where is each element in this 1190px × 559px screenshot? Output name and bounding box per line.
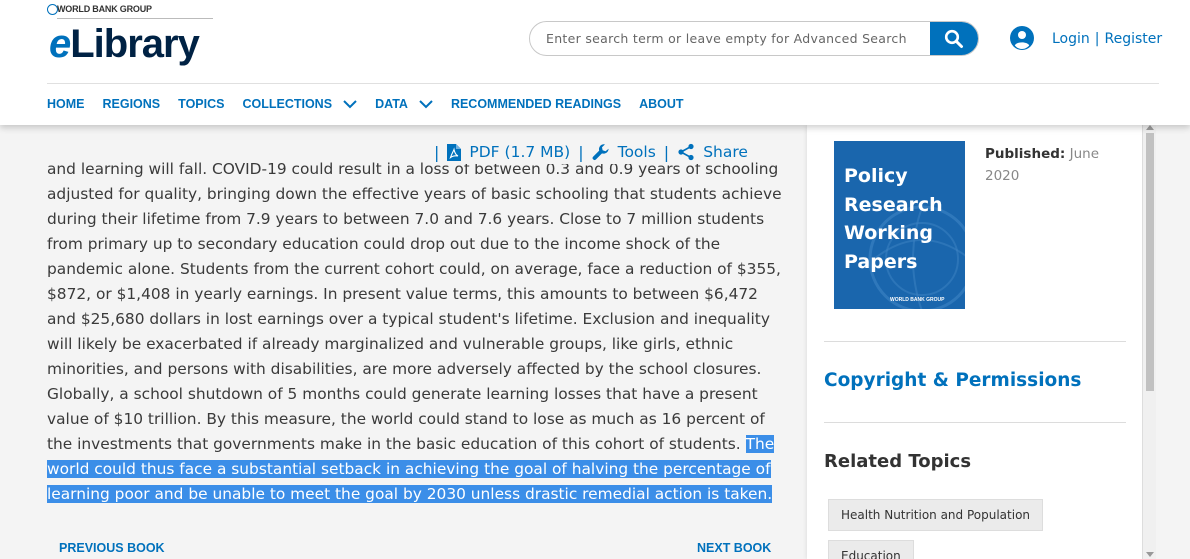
pdf-label: PDF — [469, 143, 500, 161]
tools-label: Tools — [617, 143, 656, 161]
toolbar-separator: | — [434, 142, 440, 162]
sidebar-divider — [824, 422, 1126, 423]
search-button[interactable] — [930, 22, 978, 55]
related-topics-heading: Related Topics — [824, 451, 972, 472]
next-book-link[interactable]: NEXT BOOK — [697, 541, 771, 555]
scroll-up-arrow[interactable] — [1146, 125, 1154, 130]
abstract-text: and learning will fall. COVID-19 could r… — [47, 157, 783, 507]
nav-item-about[interactable]: ABOUT — [639, 97, 683, 111]
pdf-download-link[interactable]: PDF (1.7 MB) — [447, 143, 570, 161]
search-bar — [529, 21, 979, 56]
abstract-body: adjusted for quality, bringing down the … — [47, 185, 782, 453]
nav-item-regions[interactable]: REGIONS — [103, 97, 161, 111]
logo-name: Library — [70, 22, 200, 66]
pdf-file-icon — [447, 143, 462, 161]
nav-item-label: TOPICS — [178, 97, 225, 111]
nav-item-label: DATA — [375, 97, 408, 111]
cover-publisher: WORLD BANK GROUP — [890, 297, 945, 303]
nav-item-collections[interactable]: COLLECTIONS — [242, 97, 357, 111]
share-icon — [678, 143, 694, 161]
sidebar-divider — [824, 341, 1126, 342]
logo-e-letter: e — [49, 22, 71, 66]
previous-book-link[interactable]: PREVIOUS BOOK — [59, 541, 165, 555]
login-link[interactable]: Login — [1052, 31, 1090, 47]
main-nav: HOME REGIONS TOPICS COLLECTIONS DATA REC… — [47, 96, 702, 112]
site-header: WORLD BANK GROUP eLibrary Login| Register… — [0, 0, 1190, 125]
toolbar-separator: | — [578, 142, 584, 162]
nav-item-data[interactable]: DATA — [375, 97, 433, 111]
book-cover[interactable]: Policy Research Working Papers WORLD BAN… — [834, 141, 965, 309]
cover-title: Policy Research Working Papers — [844, 165, 943, 273]
scroll-down-arrow[interactable] — [1146, 552, 1154, 557]
nav-item-label: HOME — [47, 97, 85, 111]
wrench-icon — [592, 144, 609, 160]
auth-separator: | — [1094, 31, 1100, 47]
register-link[interactable]: Register — [1105, 31, 1163, 47]
logo-wordmark: eLibrary — [49, 20, 200, 68]
nav-item-label: ABOUT — [639, 97, 684, 111]
scrollbar-thumb[interactable] — [1146, 133, 1154, 391]
share-button[interactable]: Share — [677, 143, 748, 161]
nav-item-label: RECOMMENDED READINGS — [450, 97, 622, 111]
chevron-down-icon[interactable] — [419, 99, 433, 109]
topic-tag-education[interactable]: Education — [828, 540, 914, 559]
topic-tag-health[interactable]: Health Nutrition and Population — [828, 499, 1044, 531]
published-label: Published: — [985, 146, 1066, 162]
nav-item-label: COLLECTIONS — [242, 97, 333, 111]
search-icon — [944, 29, 963, 48]
nav-item-label: REGIONS — [102, 97, 161, 111]
logo-org-name: WORLD BANK GROUP — [57, 4, 152, 14]
share-label: Share — [703, 143, 748, 161]
header-divider — [47, 83, 1159, 84]
nav-item-home[interactable]: HOME — [47, 97, 85, 111]
logo-divider — [57, 18, 213, 19]
elibrary-logo[interactable]: WORLD BANK GROUP eLibrary — [47, 3, 217, 73]
tools-menu-button[interactable]: Tools — [592, 143, 656, 161]
chevron-down-icon[interactable] — [343, 99, 357, 109]
nav-item-topics[interactable]: TOPICS — [178, 97, 224, 111]
search-input[interactable] — [530, 22, 932, 55]
document-toolbar: | PDF (1.7 MB) | Tools | Share — [426, 140, 748, 164]
sidebar-scrollbar[interactable] — [1142, 125, 1156, 559]
toolbar-separator: | — [663, 142, 670, 162]
nav-item-recommended-readings[interactable]: RECOMMENDED READINGS — [451, 97, 621, 111]
pdf-size: (1.7 MB) — [504, 143, 571, 161]
publication-date: Published: June 2020 — [985, 143, 1115, 187]
copyright-permissions-link[interactable]: Copyright & Permissions — [824, 370, 1081, 391]
auth-links: Login | Register — [1052, 31, 1162, 47]
user-circle-icon[interactable] — [1010, 26, 1034, 50]
